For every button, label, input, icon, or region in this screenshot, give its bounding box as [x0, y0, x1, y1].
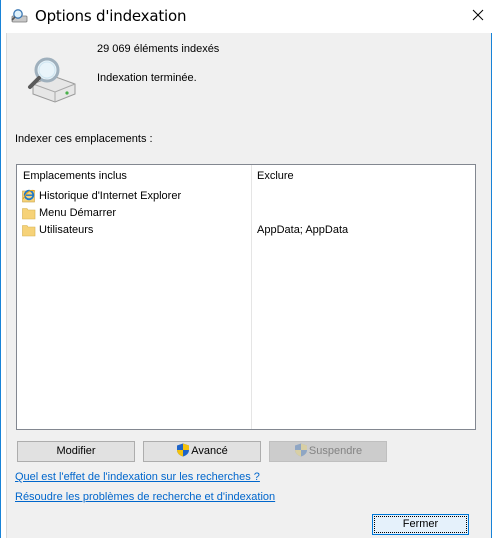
window-title: Options d'indexation: [35, 7, 187, 25]
list-item[interactable]: Menu Démarrer: [20, 205, 472, 222]
indexing-options-icon: [11, 8, 29, 24]
troubleshoot-link[interactable]: Résoudre les problèmes de recherche et d…: [15, 491, 275, 503]
advanced-button-label: Avancé: [191, 445, 228, 457]
folder-icon: [22, 206, 36, 220]
suspend-button[interactable]: Suspendre: [269, 441, 387, 462]
folder-icon: [22, 223, 36, 237]
modify-button[interactable]: Modifier: [17, 441, 135, 462]
indexed-count: 29 069 éléments indexés: [97, 43, 220, 55]
list-item-name: Menu Démarrer: [39, 207, 117, 219]
column-header-exclude[interactable]: Exclure: [257, 170, 294, 182]
list-item[interactable]: Historique d'Internet Explorer: [20, 188, 472, 205]
list-item-name: Utilisateurs: [39, 224, 94, 236]
uac-shield-icon: [176, 443, 190, 457]
advanced-button[interactable]: Avancé: [143, 441, 261, 462]
indexing-effect-link[interactable]: Quel est l'effet de l'indexation sur les…: [15, 471, 260, 483]
close-button[interactable]: Fermer: [372, 514, 469, 535]
list-item-name: Historique d'Internet Explorer: [39, 190, 182, 202]
locations-list[interactable]: Emplacements inclus Exclure Historique d…: [16, 164, 476, 430]
column-header-included[interactable]: Emplacements inclus: [23, 170, 127, 182]
list-item[interactable]: Utilisateurs AppData; AppData: [20, 222, 472, 239]
suspend-button-label: Suspendre: [308, 445, 363, 457]
locations-section-label: Indexer ces emplacements :: [15, 133, 153, 145]
indexing-status: Indexation terminée.: [97, 72, 197, 84]
modify-button-label: Modifier: [56, 445, 96, 457]
uac-shield-icon: [294, 443, 308, 457]
close-icon[interactable]: [463, 0, 492, 30]
title-bar: Options d'indexation: [1, 0, 492, 33]
close-button-label: Fermer: [402, 518, 439, 530]
indexing-options-window: Options d'indexation 29 069 éléments ind…: [0, 0, 492, 538]
internet-explorer-icon: [22, 189, 36, 203]
list-item-exclude: AppData; AppData: [257, 224, 349, 236]
window-left-edge: [1, 33, 7, 538]
magnifier-drive-icon: [23, 56, 79, 104]
